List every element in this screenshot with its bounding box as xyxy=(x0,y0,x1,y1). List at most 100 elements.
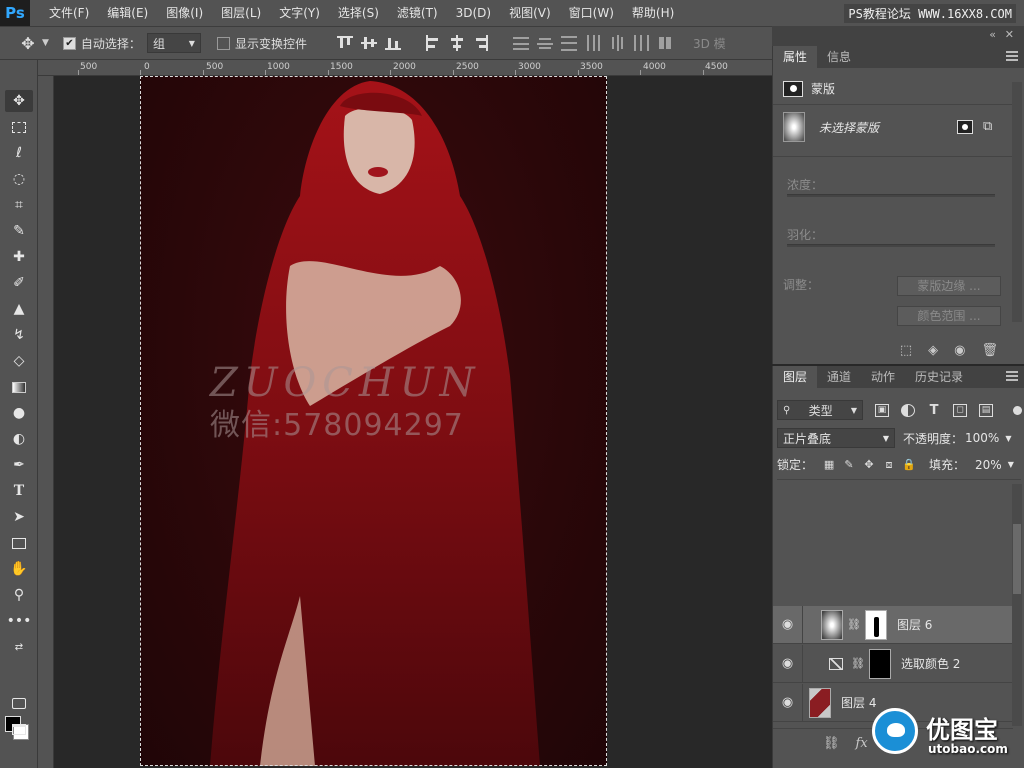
density-slider[interactable] xyxy=(787,194,995,197)
healing-brush-tool-icon[interactable]: ✚ xyxy=(5,246,33,268)
menu-type[interactable]: 文字(Y) xyxy=(270,0,329,26)
tab-channels[interactable]: 通道 xyxy=(817,366,861,388)
edit-toolbar-icon[interactable]: ••• xyxy=(5,610,33,632)
eye-icon[interactable]: ◉ xyxy=(773,644,803,683)
shape-tool-icon[interactable] xyxy=(5,532,33,554)
hand-tool-icon[interactable]: ✋ xyxy=(5,558,33,580)
tab-info[interactable]: 信息 xyxy=(817,46,861,68)
lock-transparency-icon[interactable]: ▦ xyxy=(823,458,835,471)
auto-select-dropdown[interactable]: 组 ▼ xyxy=(146,33,201,53)
show-transform-checkbox[interactable] xyxy=(216,36,230,50)
type-tool-icon[interactable]: T xyxy=(5,480,33,502)
mask-edge-button[interactable]: 蒙版边缘 ... xyxy=(897,276,1001,296)
crop-tool-icon[interactable]: ⌗ xyxy=(5,194,33,216)
menu-select[interactable]: 选择(S) xyxy=(329,0,388,26)
filter-adjustment-icon[interactable] xyxy=(901,403,915,417)
eyedropper-tool-icon[interactable]: ✎ xyxy=(5,220,33,242)
layer-mask-thumbnail[interactable] xyxy=(783,112,805,142)
layer-row[interactable]: ◉ ⛓ 选取颜色 2 xyxy=(773,644,1013,683)
tab-properties[interactable]: 属性 xyxy=(773,46,818,68)
layer-thumbnail[interactable] xyxy=(809,687,831,718)
align-hcenter-icon[interactable] xyxy=(449,35,465,51)
link-layers-icon[interactable]: ⛓ xyxy=(823,736,840,751)
align-top-icon[interactable] xyxy=(336,35,353,51)
move-tool-preset-icon[interactable]: ✥ xyxy=(18,33,38,53)
filter-smart-object-icon[interactable]: ▤ xyxy=(979,403,993,417)
dodge-tool-icon[interactable]: ◐ xyxy=(5,428,33,450)
trash-icon[interactable]: 🗑 xyxy=(981,343,998,358)
distribute-hcenter-icon[interactable] xyxy=(609,35,625,51)
menu-help[interactable]: 帮助(H) xyxy=(623,0,683,26)
properties-scrollbar[interactable] xyxy=(1012,82,1022,322)
lock-image-icon[interactable]: ✎ xyxy=(843,458,855,471)
link-icon[interactable]: ⛓ xyxy=(851,657,865,670)
distribute-vcenter-icon[interactable] xyxy=(536,35,553,51)
menu-layer[interactable]: 图层(L) xyxy=(212,0,270,26)
menu-filter[interactable]: 滤镜(T) xyxy=(388,0,447,26)
close-icon[interactable]: ✕ xyxy=(1005,28,1014,41)
distribute-left-icon[interactable] xyxy=(585,35,601,51)
align-left-icon[interactable] xyxy=(425,35,441,51)
gradient-tool-icon[interactable] xyxy=(5,376,33,398)
tab-history[interactable]: 历史记录 xyxy=(905,366,973,388)
visibility-icon[interactable]: ◉ xyxy=(954,343,965,358)
eye-icon[interactable]: ◉ xyxy=(773,683,803,722)
stamp-tool-icon[interactable]: ▲ xyxy=(5,298,33,320)
link-icon[interactable]: ⛓ xyxy=(847,618,861,631)
auto-align-icon[interactable] xyxy=(657,35,673,51)
feather-slider[interactable] xyxy=(787,244,995,247)
filter-pixel-icon[interactable]: ▣ xyxy=(875,403,889,417)
screen-mode-icon[interactable] xyxy=(5,718,33,740)
blend-mode-dropdown[interactable]: 正片叠底 ▼ xyxy=(777,428,895,448)
eye-icon[interactable]: ◉ xyxy=(773,605,803,644)
lock-artboard-icon[interactable]: ⧈ xyxy=(883,458,895,471)
opacity-input[interactable]: 100% ▼ xyxy=(965,431,1011,445)
menu-3d[interactable]: 3D(D) xyxy=(447,0,500,26)
layer-mask-thumbnail[interactable] xyxy=(868,648,891,679)
history-brush-tool-icon[interactable]: ↯ xyxy=(5,324,33,346)
distribute-right-icon[interactable] xyxy=(633,35,649,51)
vector-mask-icon[interactable]: ⧉ xyxy=(983,119,992,134)
menu-view[interactable]: 视图(V) xyxy=(500,0,560,26)
zoom-tool-icon[interactable]: ⚲ xyxy=(5,584,33,606)
brush-tool-icon[interactable]: ✐ xyxy=(5,272,33,294)
layer-name[interactable]: 图层 6 xyxy=(897,616,932,633)
photoshop-logo[interactable]: Ps xyxy=(0,0,30,26)
pen-tool-icon[interactable]: ✒ xyxy=(5,454,33,476)
quick-select-tool-icon[interactable]: ◌ xyxy=(5,168,33,190)
lock-position-icon[interactable]: ✥ xyxy=(863,458,875,471)
menu-image[interactable]: 图像(I) xyxy=(157,0,212,26)
align-bottom-icon[interactable] xyxy=(384,35,401,51)
menu-file[interactable]: 文件(F) xyxy=(40,0,98,26)
fill-input[interactable]: 20% ▼ xyxy=(975,458,1014,472)
menu-window[interactable]: 窗口(W) xyxy=(560,0,623,26)
apply-mask-icon[interactable]: ◈ xyxy=(928,343,938,358)
filter-type-icon[interactable]: T xyxy=(927,403,941,418)
layer-filter-dropdown[interactable]: ⚲ 类型 ▼ xyxy=(777,400,863,420)
scrollbar-thumb[interactable] xyxy=(1013,524,1021,594)
panel-menu-icon[interactable] xyxy=(1006,371,1018,381)
tab-layers[interactable]: 图层 xyxy=(773,366,818,388)
quick-mask-icon[interactable] xyxy=(5,692,33,714)
color-range-button[interactable]: 颜色范围 ... xyxy=(897,306,1001,326)
marquee-tool-icon[interactable] xyxy=(5,116,33,138)
menu-edit[interactable]: 编辑(E) xyxy=(98,0,157,26)
layer-mask-thumbnail[interactable] xyxy=(864,609,887,640)
lock-all-icon[interactable]: 🔒 xyxy=(902,458,916,471)
filter-toggle-icon[interactable] xyxy=(1013,405,1022,415)
selective-color-adjustment-icon[interactable] xyxy=(829,657,843,670)
layer-row[interactable]: ◉ ⛓ 图层 6 xyxy=(773,605,1013,644)
swap-colors-icon[interactable]: ⇄ xyxy=(5,636,33,658)
panel-menu-icon[interactable] xyxy=(1006,51,1018,61)
align-right-icon[interactable] xyxy=(473,35,489,51)
move-tool-icon[interactable]: ✥ xyxy=(5,90,33,112)
layers-scrollbar[interactable] xyxy=(1012,484,1022,726)
distribute-top-icon[interactable] xyxy=(512,35,529,51)
auto-select-checkbox[interactable]: ✔ xyxy=(62,36,76,50)
filter-shape-icon[interactable]: ◻ xyxy=(953,403,967,417)
distribute-bottom-icon[interactable] xyxy=(560,35,577,51)
lasso-tool-icon[interactable]: ℓ xyxy=(5,142,33,164)
layer-thumbnail[interactable] xyxy=(821,609,843,640)
align-vcenter-icon[interactable] xyxy=(360,35,377,51)
tab-actions[interactable]: 动作 xyxy=(861,366,905,388)
